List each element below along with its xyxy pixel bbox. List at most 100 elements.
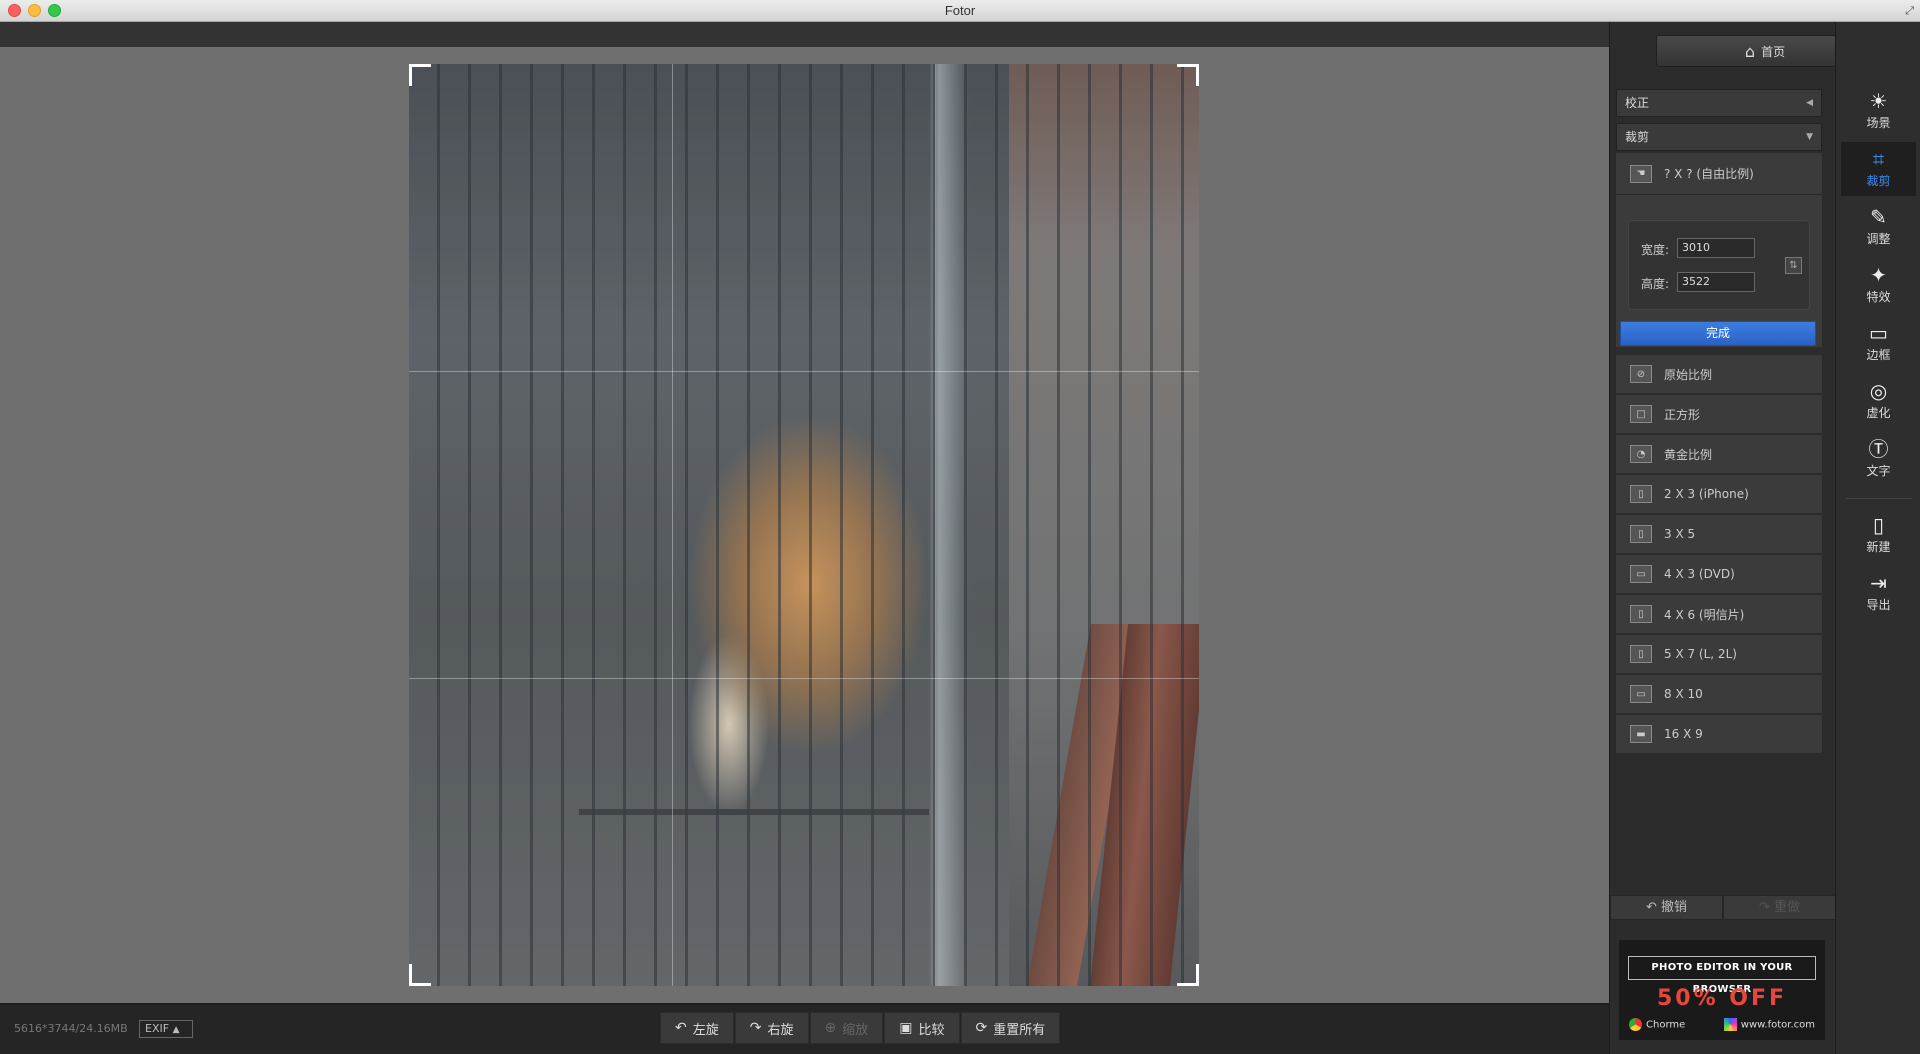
- crop-grid-line: [409, 371, 1199, 372]
- rotate-left-icon: ↶: [675, 1020, 687, 1036]
- width-field[interactable]: 3010: [1677, 238, 1755, 258]
- canvas-area: [0, 47, 1609, 1003]
- ratio-option-label: 5 X 7 (L, 2L): [1664, 647, 1737, 661]
- tool-button[interactable]: ⊕ 缩放: [809, 1012, 884, 1044]
- reset-icon: ⟳: [975, 1020, 988, 1036]
- ratio-option[interactable]: ▯ 5 X 7 (L, 2L): [1616, 635, 1822, 674]
- fullscreen-icon[interactable]: ⤢: [1905, 4, 1914, 18]
- ratio-option-label: 16 X 9: [1664, 727, 1703, 741]
- ratio-option[interactable]: ▯ 4 X 6 (明信片): [1616, 595, 1822, 634]
- tool-label: 缩放: [842, 1022, 869, 1038]
- ratio-option[interactable]: ◔ 黄金比例: [1616, 435, 1822, 474]
- sidebar-item[interactable]: Ⓣ 文字: [1841, 432, 1916, 486]
- ratio-option-label: 黄金比例: [1664, 447, 1713, 462]
- crop-grid-line: [672, 64, 673, 986]
- ratio-option-label: 正方形: [1664, 407, 1701, 422]
- undo-label: 撤销: [1661, 900, 1688, 915]
- tool-button[interactable]: ↶ 左旋: [660, 1012, 734, 1044]
- undo-button[interactable]: ↶ 撤销: [1610, 895, 1723, 920]
- new-file-icon: ▯: [1872, 513, 1884, 537]
- sidebar-item[interactable]: ◎ 虚化: [1841, 374, 1916, 428]
- promo-browser-label: Chorme: [1646, 1019, 1686, 1031]
- redo-label: 重做: [1774, 900, 1801, 915]
- expand-down-icon: ▼: [1806, 132, 1813, 142]
- height-field[interactable]: 3522: [1677, 272, 1755, 292]
- bottom-tools: ↶ 左旋 ↷ 右旋 ⊕ 缩放 ▣ 比较 ⟳ 重置所有: [660, 1012, 1061, 1044]
- redo-button[interactable]: ↷ 重做: [1723, 895, 1836, 920]
- sidebar-item[interactable]: ⌗ 裁剪: [1841, 142, 1916, 196]
- ratio-free-option[interactable]: ☚ ? X ? (自由比例): [1616, 153, 1822, 195]
- crop-handle-bottom-right[interactable]: [1177, 964, 1199, 986]
- promo-browser: Chorme: [1629, 1018, 1685, 1031]
- ratio-option-label: 4 X 6 (明信片): [1664, 607, 1745, 622]
- crop-icon: ⌗: [1872, 147, 1885, 171]
- adjust-icon: ✎: [1870, 205, 1887, 229]
- photo-canvas[interactable]: [409, 64, 1199, 986]
- ratio-option[interactable]: ▭ 4 X 3 (DVD): [1616, 555, 1822, 594]
- crop-handle-top-right[interactable]: [1177, 64, 1199, 86]
- exif-label: EXIF: [145, 1022, 170, 1035]
- chrome-icon: [1629, 1018, 1642, 1031]
- ratio-option[interactable]: ▭ 8 X 10: [1616, 675, 1822, 714]
- sidebar-item[interactable]: ▭ 边框: [1841, 316, 1916, 370]
- ratio-icon: □: [1630, 405, 1652, 423]
- ratio-icon: ▯: [1630, 485, 1652, 503]
- promo-headline: PHOTO EDITOR IN YOUR BROWSER: [1628, 956, 1816, 995]
- tool-button[interactable]: ↷ 右旋: [734, 1012, 809, 1044]
- ratio-option[interactable]: ⊘ 原始比例: [1616, 355, 1822, 394]
- sidebar-item-label: 导出: [1866, 598, 1891, 612]
- sidebar-item[interactable]: ⇥ 导出: [1841, 566, 1916, 620]
- sidebar-item-label: 边框: [1866, 348, 1891, 362]
- ratio-icon: ▯: [1630, 645, 1652, 663]
- crop-overlay: [409, 64, 1199, 986]
- tool-label: 比较: [918, 1022, 945, 1038]
- width-label: 宽度:: [1641, 243, 1670, 257]
- crop-handle-bottom-left[interactable]: [409, 964, 431, 986]
- crop-panel: ⌂ 首页 校正 ◀ 裁剪 ▼ ☚ ? X ? (自由比例) 宽度: 3010 高…: [1609, 22, 1874, 1054]
- undo-redo-bar: ↶ 撤销 ↷ 重做: [1610, 895, 1836, 920]
- tool-label: 右旋: [767, 1022, 794, 1038]
- bottom-toolbar: 5616*3744/24.16MB EXIF ▲ ↶ 左旋 ↷ 右旋 ⊕ 缩放 ▣ 比较 ⟳ 重置…: [0, 1003, 1609, 1054]
- fotor-logo-icon: [1723, 1018, 1737, 1031]
- tool-label: 左旋: [692, 1022, 719, 1038]
- window-title: Fotor: [944, 3, 976, 18]
- file-info: 5616*3744/24.16MB: [14, 1022, 128, 1035]
- ratio-option[interactable]: ▬ 16 X 9: [1616, 715, 1822, 754]
- tool-button[interactable]: ▣ 比较: [884, 1012, 960, 1044]
- undo-icon: ↶: [1645, 900, 1657, 915]
- ratio-option-label: 原始比例: [1664, 367, 1713, 382]
- sidebar-item[interactable]: ✎ 调整: [1841, 200, 1916, 254]
- ratio-option[interactable]: □ 正方形: [1616, 395, 1822, 434]
- section-correct-header[interactable]: 校正 ◀: [1616, 89, 1822, 117]
- exif-button[interactable]: EXIF ▲: [139, 1020, 193, 1038]
- sidebar-item[interactable]: ✦ 特效: [1841, 258, 1916, 312]
- export-icon: ⇥: [1870, 571, 1887, 595]
- crop-grid-line: [409, 678, 1199, 679]
- swap-dimensions-icon[interactable]: ⇅: [1785, 257, 1802, 274]
- ratio-option-label: 3 X 5: [1664, 527, 1696, 541]
- rotate-right-icon: ↷: [749, 1020, 762, 1036]
- sidebar-item-label: 新建: [1866, 540, 1891, 554]
- ratio-icon: ▯: [1630, 525, 1652, 543]
- effects-icon: ✦: [1870, 263, 1887, 287]
- tool-button[interactable]: ⟳ 重置所有: [960, 1012, 1061, 1044]
- crop-handle-top-left[interactable]: [409, 64, 431, 86]
- promo-banner[interactable]: PHOTO EDITOR IN YOUR BROWSER 50% OFF Cho…: [1619, 940, 1825, 1040]
- home-icon: ⌂: [1744, 41, 1756, 61]
- sidebar-item[interactable]: ☀ 场景: [1841, 84, 1916, 138]
- height-label: 高度:: [1641, 277, 1670, 291]
- ratio-option[interactable]: ▯ 2 X 3 (iPhone): [1616, 475, 1822, 514]
- ratio-option-label: 4 X 3 (DVD): [1664, 567, 1735, 581]
- done-button[interactable]: 完成: [1620, 321, 1816, 346]
- promo-site-label: www.fotor.com: [1740, 1019, 1815, 1031]
- section-crop-label: 裁剪: [1625, 130, 1650, 144]
- section-crop-header[interactable]: 裁剪 ▼: [1616, 123, 1822, 151]
- ratio-icon: ⊘: [1630, 365, 1652, 383]
- compare-icon: ▣: [899, 1020, 913, 1036]
- ratio-option[interactable]: ▯ 3 X 5: [1616, 515, 1822, 554]
- free-ratio-label: ? X ? (自由比例): [1664, 167, 1754, 181]
- home-label: 首页: [1761, 44, 1786, 59]
- sidebar-item[interactable]: ▯ 新建: [1841, 508, 1916, 562]
- ratio-icon: ▬: [1630, 725, 1652, 743]
- tool-sidebar: ☀ 场景 ⌗ 裁剪 ✎ 调整 ✦ 特效 ▭ 边框 ◎ 虚化 Ⓣ 文字 ▯ 新建 ⇥ 导出: [1835, 22, 1920, 1054]
